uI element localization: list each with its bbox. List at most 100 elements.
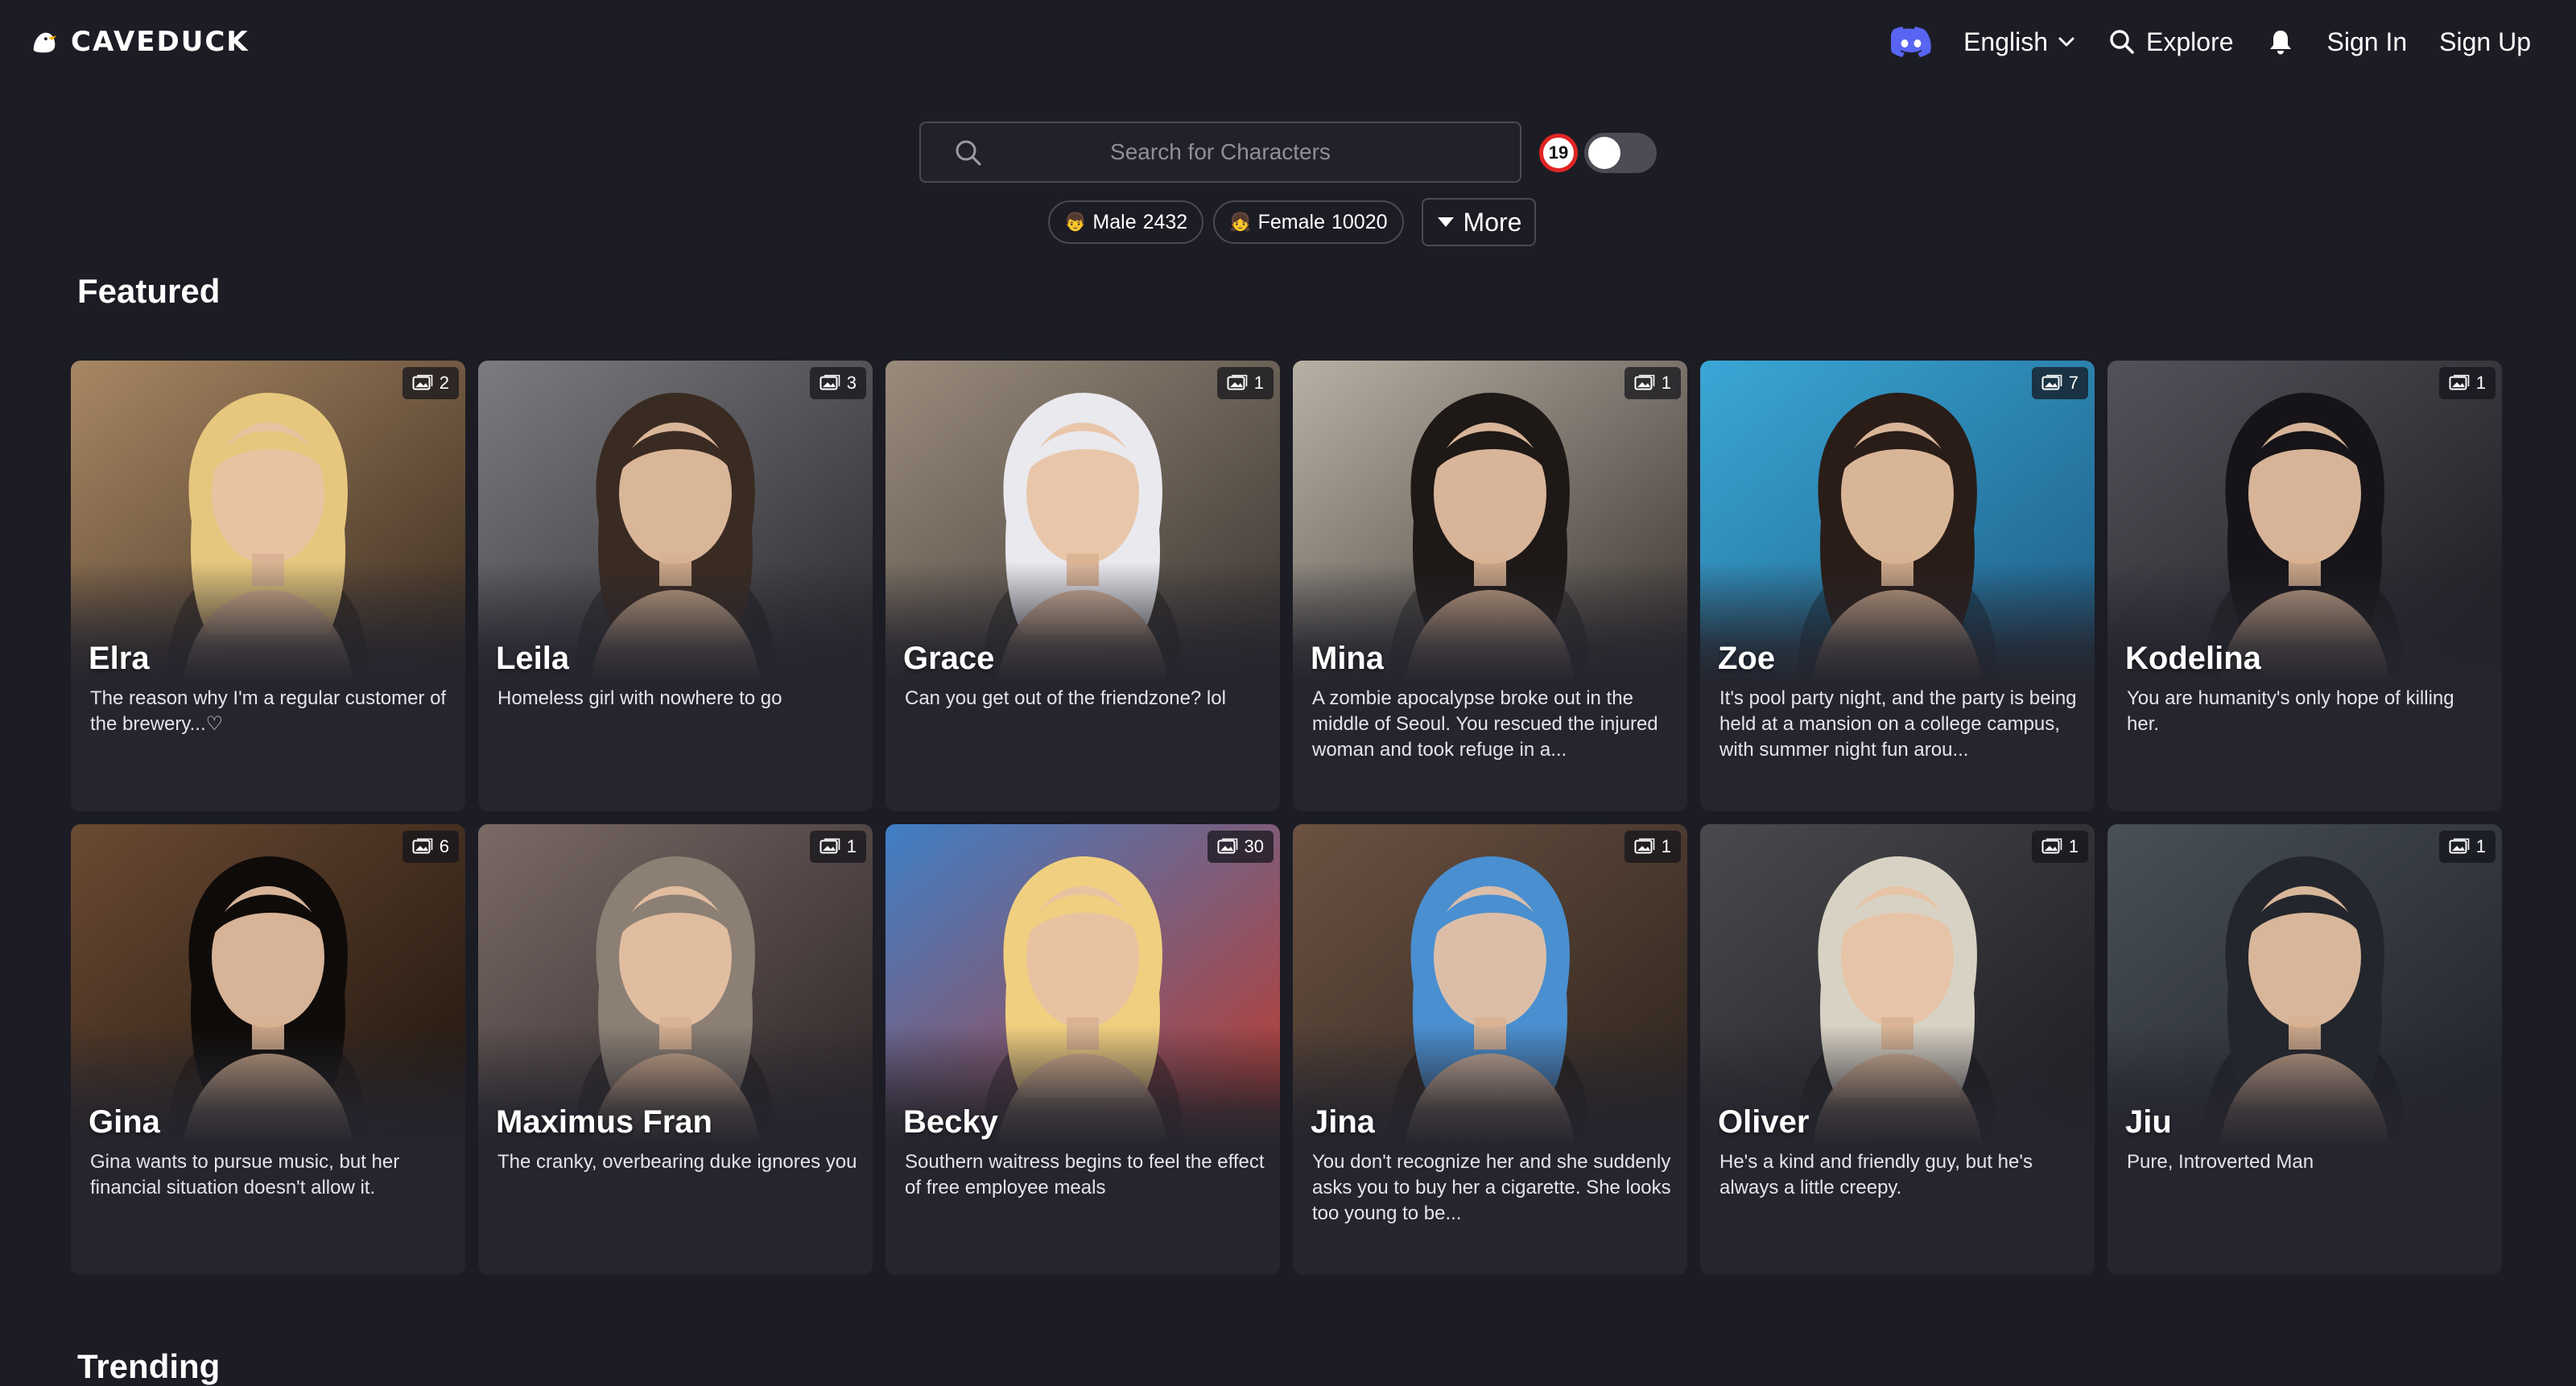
image-count-badge: 1 bbox=[1624, 367, 1681, 399]
top-navbar: CAVEDUCK English Explore Sign In Sign Up bbox=[0, 0, 2576, 84]
character-description: A zombie apocalypse broke out in the mid… bbox=[1312, 687, 1658, 761]
character-name: Becky bbox=[903, 1104, 998, 1140]
explore-label: Explore bbox=[2146, 27, 2234, 56]
image-count: 7 bbox=[2068, 373, 2079, 393]
notifications-button[interactable] bbox=[2266, 27, 2295, 56]
image-count: 1 bbox=[846, 836, 857, 856]
character-description: Gina wants to pursue music, but her fina… bbox=[90, 1151, 400, 1198]
filter-male[interactable]: 👦 Male 2432 bbox=[1048, 200, 1204, 244]
character-name: Mina bbox=[1311, 641, 1385, 676]
image-count: 3 bbox=[846, 373, 857, 393]
character-card[interactable]: 1 Grace Can you get out of the friendzon… bbox=[886, 361, 1280, 811]
character-card[interactable]: 1 Maximus Fran The cranky, overbearing d… bbox=[478, 824, 873, 1275]
character-name: Elra bbox=[89, 641, 150, 676]
search-icon bbox=[956, 140, 981, 166]
character-name: Oliver bbox=[1718, 1104, 1810, 1140]
character-card[interactable]: 3 Leila Homeless girl with nowhere to go bbox=[478, 361, 873, 811]
search-icon bbox=[2110, 30, 2134, 54]
character-card[interactable]: 1 Mina A zombie apocalypse broke out in … bbox=[1293, 361, 1687, 811]
character-name: Kodelina bbox=[2125, 641, 2261, 676]
trending-heading: Trending bbox=[77, 1347, 221, 1385]
sign-in-link[interactable]: Sign In bbox=[2327, 27, 2408, 57]
image-count: 2 bbox=[439, 373, 449, 393]
image-count: 30 bbox=[1244, 836, 1264, 856]
language-selector[interactable]: English bbox=[1963, 27, 2075, 57]
caret-down-icon bbox=[1437, 217, 1454, 227]
character-card[interactable]: 7 Zoe It's pool party night, and the par… bbox=[1700, 361, 2095, 811]
filter-male-count: 2432 bbox=[1142, 210, 1188, 233]
filter-male-label: Male bbox=[1092, 210, 1137, 233]
character-name: Leila bbox=[496, 641, 570, 676]
image-count: 1 bbox=[1253, 373, 1264, 393]
featured-heading: Featured bbox=[77, 272, 221, 310]
boy-emoji-icon: 👦 bbox=[1064, 212, 1087, 232]
more-filters-button[interactable]: More bbox=[1421, 198, 1537, 246]
discord-link[interactable] bbox=[1891, 27, 1931, 57]
character-card[interactable]: 1 Oliver He's a kind and friendly guy, b… bbox=[1700, 824, 2095, 1275]
image-count-badge: 7 bbox=[2031, 367, 2088, 399]
logo[interactable]: CAVEDUCK bbox=[29, 26, 250, 58]
character-card[interactable]: 6 Gina Gina wants to pursue music, but h… bbox=[71, 824, 465, 1275]
image-count: 1 bbox=[1661, 373, 1671, 393]
age-restriction-badge: 19 bbox=[1539, 134, 1578, 172]
image-count-badge: 6 bbox=[402, 831, 459, 863]
search-box[interactable] bbox=[919, 122, 1521, 183]
chevron-down-icon bbox=[2058, 37, 2074, 47]
character-name: Jina bbox=[1311, 1104, 1376, 1140]
image-gallery-icon bbox=[1634, 838, 1655, 854]
duck-logo-icon bbox=[33, 32, 57, 53]
character-description: He's a kind and friendly guy, but he's a… bbox=[1719, 1151, 2033, 1198]
image-gallery-icon bbox=[2041, 838, 2062, 854]
filter-female-count: 10020 bbox=[1331, 210, 1388, 233]
character-description: You are humanity's only hope of killing … bbox=[2127, 687, 2454, 735]
image-count-badge: 1 bbox=[2438, 367, 2496, 399]
search-input[interactable] bbox=[921, 123, 1520, 181]
image-count: 6 bbox=[439, 836, 449, 856]
image-gallery-icon bbox=[1634, 374, 1655, 390]
image-count: 1 bbox=[2068, 836, 2079, 856]
image-gallery-icon bbox=[819, 374, 840, 390]
image-count: 1 bbox=[2475, 836, 2486, 856]
character-description: The cranky, overbearing duke ignores you bbox=[497, 1151, 857, 1173]
discord-icon bbox=[1891, 27, 1931, 57]
character-card[interactable]: 2 Elra The reason why I'm a regular cust… bbox=[71, 361, 465, 811]
image-gallery-icon bbox=[1217, 838, 1237, 854]
image-gallery-icon bbox=[819, 838, 840, 854]
toggle-knob bbox=[1588, 137, 1620, 169]
image-count-badge: 1 bbox=[1216, 367, 1274, 399]
image-gallery-icon bbox=[2449, 374, 2470, 390]
character-description: It's pool party night, and the party is … bbox=[1719, 687, 2077, 761]
image-count-badge: 1 bbox=[1624, 831, 1681, 863]
character-description: Can you get out of the friendzone? lol bbox=[905, 687, 1226, 709]
character-card[interactable]: 1 Kodelina You are humanity's only hope … bbox=[2107, 361, 2502, 811]
sign-up-link[interactable]: Sign Up bbox=[2439, 27, 2531, 57]
image-count-badge: 1 bbox=[2031, 831, 2088, 863]
character-name: Jiu bbox=[2125, 1104, 2172, 1140]
image-count-badge: 1 bbox=[809, 831, 866, 863]
image-gallery-icon bbox=[1227, 374, 1248, 390]
character-name: Zoe bbox=[1718, 641, 1776, 676]
character-description: Homeless girl with nowhere to go bbox=[497, 687, 782, 709]
character-card[interactable]: 30 Becky Southern waitress begins to fee… bbox=[886, 824, 1280, 1275]
character-description: The reason why I'm a regular customer of… bbox=[90, 687, 447, 735]
language-label: English bbox=[1963, 27, 2049, 56]
image-count-badge: 3 bbox=[809, 367, 866, 399]
image-gallery-icon bbox=[2449, 838, 2470, 854]
character-card[interactable]: 1 Jina You don't recognize her and she s… bbox=[1293, 824, 1687, 1275]
character-description: You don't recognize her and she suddenly… bbox=[1312, 1151, 1671, 1224]
image-count-badge: 1 bbox=[2438, 831, 2496, 863]
nav-links: English Explore Sign In Sign Up bbox=[1891, 27, 2531, 57]
image-gallery-icon bbox=[412, 838, 433, 854]
image-count: 1 bbox=[2475, 373, 2486, 393]
filter-female[interactable]: 👧 Female 10020 bbox=[1213, 200, 1404, 244]
character-name: Gina bbox=[89, 1104, 160, 1140]
filter-female-label: Female bbox=[1257, 210, 1325, 233]
more-label: More bbox=[1463, 207, 1522, 237]
explore-link[interactable]: Explore bbox=[2107, 27, 2234, 57]
logo-text: CAVEDUCK bbox=[71, 26, 250, 58]
image-gallery-icon bbox=[412, 374, 433, 390]
character-card[interactable]: 1 Jiu Pure, Introverted Man bbox=[2107, 824, 2502, 1275]
image-count: 1 bbox=[1661, 836, 1671, 856]
adult-content-toggle[interactable] bbox=[1584, 133, 1657, 173]
character-description: Southern waitress begins to feel the eff… bbox=[905, 1151, 1265, 1198]
